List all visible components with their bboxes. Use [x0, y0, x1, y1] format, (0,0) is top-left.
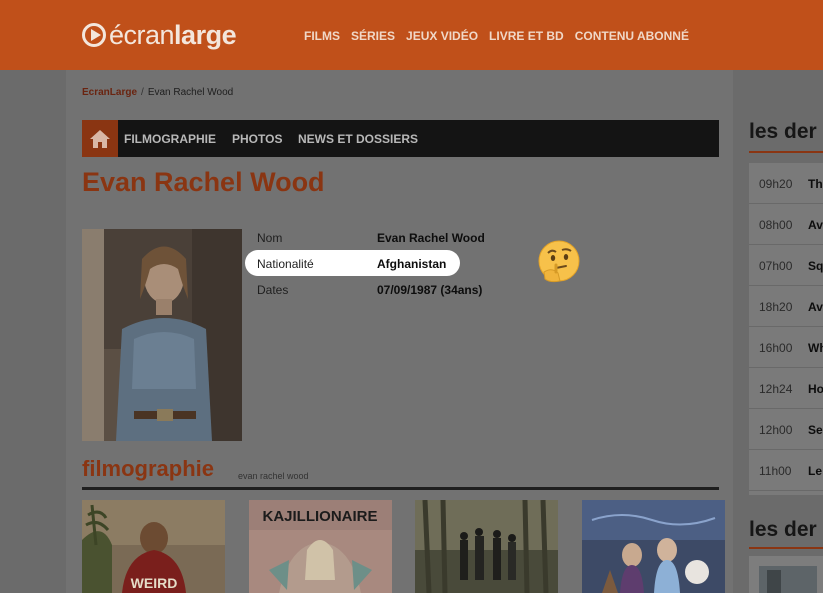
- sidebar-news-list: 09h20 Th 08h00 Av 07h00 Sq 18h20 Av 16h0…: [749, 163, 823, 495]
- news-time: 18h20: [759, 300, 793, 314]
- tab-home[interactable]: [82, 120, 118, 157]
- sidebar-news-item[interactable]: 09h20 Th: [749, 163, 823, 204]
- poster-3[interactable]: [415, 500, 558, 593]
- poster-1[interactable]: WEIRD: [82, 500, 225, 593]
- poster-1-title: WEIRD: [131, 575, 178, 591]
- news-time: 07h00: [759, 259, 793, 273]
- home-icon: [90, 129, 110, 148]
- thinking-face-emoji: [538, 240, 580, 283]
- info-label-nom: Nom: [257, 231, 283, 245]
- play-icon: [82, 23, 106, 47]
- sidebar-thumbnail[interactable]: [749, 556, 823, 593]
- news-title: Ho: [808, 382, 823, 396]
- sidebar-heading-2: les der: [749, 518, 817, 541]
- news-title: Se: [808, 423, 823, 437]
- news-time: 16h00: [759, 341, 793, 355]
- filmography-heading: filmographie: [82, 456, 215, 481]
- sidebar-news-item[interactable]: 08h00 Av: [749, 204, 823, 245]
- nav-livre-bd[interactable]: LIVRE ET BD: [489, 29, 564, 43]
- logo-text-bold: large: [174, 19, 237, 50]
- news-title: Le: [808, 464, 823, 478]
- info-label-nationalite: Nationalité: [257, 257, 314, 271]
- sidebar-news-item[interactable]: 12h00 Se: [749, 409, 823, 450]
- news-title: Av: [808, 300, 823, 314]
- filmography-subtitle: evan rachel wood: [238, 471, 309, 481]
- news-title: Wh: [808, 341, 823, 355]
- tab-filmographie[interactable]: FILMOGRAPHIE: [124, 132, 216, 146]
- info-value-dates: 07/09/1987 (34ans): [377, 283, 483, 297]
- news-time: 12h00: [759, 423, 793, 437]
- breadcrumb: EcranLarge / Evan Rachel Wood: [82, 87, 233, 98]
- info-label-dates: Dates: [257, 283, 289, 297]
- breadcrumb-current: Evan Rachel Wood: [147, 87, 234, 98]
- sidebar-news-item[interactable]: 07h00 Sq: [749, 245, 823, 286]
- main-nav: FILMS SÉRIES JEUX VIDÉO LIVRE ET BD CONT…: [304, 29, 700, 43]
- person-photo[interactable]: [82, 229, 242, 441]
- news-time: 08h00: [759, 218, 793, 232]
- sidebar-news-item[interactable]: 18h20 Av: [749, 286, 823, 327]
- news-time: 12h24: [759, 382, 793, 396]
- poster-2[interactable]: KAJILLIONAIRE: [249, 500, 392, 593]
- page-title: Evan Rachel Wood: [82, 167, 325, 197]
- sidebar-heading-2-rule: [749, 547, 823, 549]
- logo-text-light: écran: [109, 19, 175, 50]
- tab-news-dossiers[interactable]: NEWS ET DOSSIERS: [298, 132, 418, 146]
- sidebar-news-item[interactable]: 12h24 Ho: [749, 368, 823, 409]
- news-title: Th: [808, 177, 823, 191]
- breadcrumb-separator: /: [141, 87, 144, 98]
- news-time: 11h00: [759, 464, 792, 478]
- sidebar-news-item[interactable]: 16h00 Wh: [749, 327, 823, 368]
- nav-jeux-video[interactable]: JEUX VIDÉO: [406, 29, 478, 43]
- info-value-nationalite: Afghanistan: [377, 257, 447, 271]
- site-logo[interactable]: écran large: [82, 19, 237, 50]
- nav-contenu-abonne[interactable]: CONTENU ABONNÉ: [575, 29, 689, 43]
- sidebar-heading-1-rule: [749, 151, 823, 153]
- site-header: écran large FILMS SÉRIES JEUX VIDÉO LIVRE…: [0, 0, 823, 70]
- nav-series[interactable]: SÉRIES: [351, 29, 395, 43]
- sidebar-news-item[interactable]: 11h00 Le: [749, 450, 823, 491]
- profile-tabs: FILMOGRAPHIE PHOTOS NEWS ET DOSSIERS: [82, 120, 719, 157]
- poster-2-title: KAJILLIONAIRE: [262, 508, 377, 525]
- news-time: 09h20: [759, 177, 793, 191]
- info-value-nom: Evan Rachel Wood: [377, 231, 485, 245]
- poster-4[interactable]: [582, 500, 725, 593]
- filmography-divider: [82, 487, 719, 490]
- news-title: Sq: [808, 259, 823, 273]
- tab-photos[interactable]: PHOTOS: [232, 132, 282, 146]
- news-title: Av: [808, 218, 823, 232]
- sidebar-heading-1: les der: [749, 120, 817, 143]
- nav-films[interactable]: FILMS: [304, 29, 340, 43]
- breadcrumb-home-link[interactable]: EcranLarge: [82, 87, 137, 98]
